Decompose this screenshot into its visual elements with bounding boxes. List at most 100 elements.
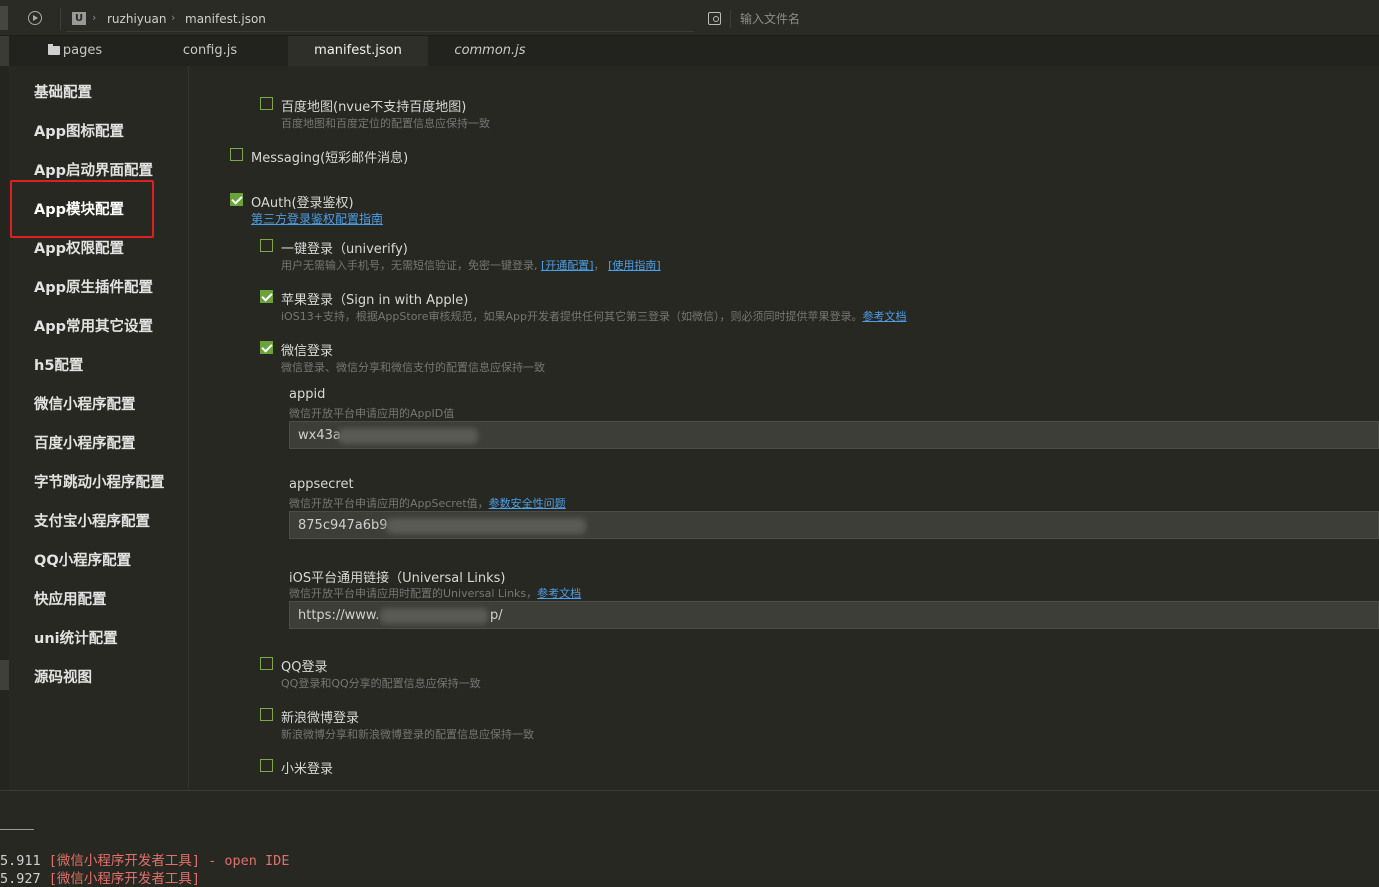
appid-label: appid xyxy=(289,387,326,402)
appsecret-value: 875c947a6b9 xyxy=(298,518,388,533)
oauth-guide-row: 第三方登录鉴权配置指南 xyxy=(251,210,383,227)
tabbar-edge xyxy=(0,36,9,66)
chevron-right-icon: › xyxy=(92,11,97,24)
sidebar-item-app-permissions[interactable]: App权限配置 xyxy=(34,237,124,258)
qq-login-desc: QQ登录和QQ分享的配置信息应保持一致 xyxy=(281,677,481,690)
console-log-line: 5.911 [微信小程序开发者工具] - open IDE xyxy=(0,849,289,869)
left-handle[interactable] xyxy=(0,6,8,30)
chevron-right-icon: › xyxy=(171,11,176,24)
gutter-handle[interactable] xyxy=(0,660,9,690)
console-log-line: 5.927 [微信小程序开发者工具] xyxy=(0,867,200,887)
sidebar-item-weixin-mp[interactable]: 微信小程序配置 xyxy=(34,393,136,414)
universal-links-desc: 微信开放平台申请应用时配置的Universal Links， xyxy=(289,587,538,600)
apple-login-checkbox[interactable] xyxy=(260,290,273,303)
oauth-label: OAuth(登录鉴权) xyxy=(251,196,354,211)
univerify-sep: ， xyxy=(593,259,605,272)
tab-config-js[interactable]: config.js xyxy=(160,36,260,66)
sidebar-item-toutiao-mp[interactable]: 字节跳动小程序配置 xyxy=(34,471,165,492)
weixin-login-label: 微信登录 xyxy=(281,344,334,359)
sidebar-item-quickapp[interactable]: 快应用配置 xyxy=(34,588,107,609)
appid-desc: 微信开放平台申请应用的AppID值 xyxy=(289,407,455,420)
breadcrumb-project[interactable]: ruzhiyuan xyxy=(107,12,166,26)
appsecret-label: appsecret xyxy=(289,477,354,492)
redaction-blur xyxy=(386,518,586,534)
editor-tabbar: pages config.js manifest.json common.js xyxy=(0,36,1379,66)
sina-weibo-desc: 新浪微博分享和新浪微博登录的配置信息应保持一致 xyxy=(281,728,534,741)
qq-login-checkbox[interactable] xyxy=(260,657,273,670)
apple-login-docs-link[interactable]: 参考文档 xyxy=(862,310,906,323)
breadcrumb-underline xyxy=(66,31,694,32)
tab-pages[interactable]: pages xyxy=(40,36,110,66)
universal-links-label: iOS平台通用链接（Universal Links) xyxy=(289,571,506,586)
sidebar-item-h5[interactable]: h5配置 xyxy=(34,354,83,375)
top-toolbar: U › ruzhiyuan › manifest.json xyxy=(0,0,1379,36)
universal-links-input[interactable]: https://www. p/ xyxy=(289,601,1379,629)
universal-links-docs-link[interactable]: 参考文档 xyxy=(537,587,581,600)
log-message: [微信小程序开发者工具] xyxy=(48,871,201,887)
qq-login-label: QQ登录 xyxy=(281,660,328,675)
tab-common-js[interactable]: common.js xyxy=(440,36,540,66)
sidebar-item-app-splash[interactable]: App启动界面配置 xyxy=(34,159,153,180)
modules-config-panel: 百度地图(nvue不支持百度地图) 百度地图和百度定位的配置信息应保持一致 Me… xyxy=(190,66,1379,790)
oauth-checkbox[interactable] xyxy=(230,193,243,206)
sidebar-item-basic[interactable]: 基础配置 xyxy=(34,81,92,102)
sidebar-item-alipay-mp[interactable]: 支付宝小程序配置 xyxy=(34,510,150,531)
tab-label: common.js xyxy=(454,43,526,58)
sidebar-item-app-other[interactable]: App常用其它设置 xyxy=(34,315,153,336)
left-gutter xyxy=(0,66,9,790)
xiaomi-login-label: 小米登录 xyxy=(281,762,334,777)
divider xyxy=(60,8,61,30)
sidebar-item-qq-mp[interactable]: QQ小程序配置 xyxy=(34,549,131,570)
univerify-label: 一键登录（univerify) xyxy=(281,242,408,257)
sidebar-item-app-native-plugins[interactable]: App原生插件配置 xyxy=(34,276,153,297)
xiaomi-login-checkbox[interactable] xyxy=(260,759,273,772)
univerify-open-config-link[interactable]: [开通配置] xyxy=(541,259,594,272)
config-sidebar: 基础配置 App图标配置 App启动界面配置 App模块配置 App权限配置 A… xyxy=(9,66,189,790)
univerify-desc: 用户无需输入手机号，无需短信验证，免密一键登录, xyxy=(281,259,538,272)
appsecret-security-link[interactable]: 参数安全性问题 xyxy=(489,497,566,510)
tab-label: manifest.json xyxy=(314,43,402,58)
console-panel: 5.911 [微信小程序开发者工具] - open IDE 5.927 [微信小… xyxy=(0,790,1379,887)
file-search-input[interactable] xyxy=(740,8,1060,30)
uniapp-logo-icon: U xyxy=(72,12,86,25)
apple-login-label: 苹果登录（Sign in with Apple) xyxy=(281,293,469,308)
folder-icon xyxy=(47,44,60,55)
sina-weibo-label: 新浪微博登录 xyxy=(281,711,360,726)
appsecret-desc-row: 微信开放平台申请应用的AppSecret值，参数安全性问题 xyxy=(289,495,566,511)
console-tab-underline xyxy=(0,829,34,830)
sidebar-item-baidu-mp[interactable]: 百度小程序配置 xyxy=(34,432,136,453)
breadcrumb-file[interactable]: manifest.json xyxy=(185,12,266,26)
redaction-blur xyxy=(380,608,488,624)
file-search-icon[interactable] xyxy=(708,12,721,25)
oauth-guide-link[interactable]: 第三方登录鉴权配置指南 xyxy=(251,212,383,226)
baidu-map-desc: 百度地图和百度定位的配置信息应保持一致 xyxy=(281,117,490,130)
baidu-map-label: 百度地图(nvue不支持百度地图) xyxy=(281,100,467,115)
appid-input[interactable]: wx43a xyxy=(289,421,1379,449)
appsecret-input[interactable]: 875c947a6b9 xyxy=(289,511,1379,539)
univerify-desc-row: 用户无需输入手机号，无需短信验证，免密一键登录, [开通配置]， [使用指南] xyxy=(281,257,661,273)
universal-links-value-prefix: https://www. xyxy=(298,608,380,623)
apple-login-desc-row: iOS13+支持，根据AppStore审核规范，如果App开发者提供任何其它第三… xyxy=(281,308,906,324)
tab-manifest-json[interactable]: manifest.json xyxy=(288,36,428,66)
messaging-label: Messaging(短彩邮件消息) xyxy=(251,151,409,166)
sidebar-item-app-icon[interactable]: App图标配置 xyxy=(34,120,124,141)
apple-login-desc: iOS13+支持，根据AppStore审核规范，如果App开发者提供任何其它第三… xyxy=(281,310,863,323)
universal-links-value-suffix: p/ xyxy=(490,608,503,623)
messaging-checkbox[interactable] xyxy=(230,148,243,161)
log-timestamp: 5.927 xyxy=(0,871,41,887)
sina-weibo-checkbox[interactable] xyxy=(260,708,273,721)
univerify-checkbox[interactable] xyxy=(260,239,273,252)
appsecret-desc: 微信开放平台申请应用的AppSecret值， xyxy=(289,497,489,510)
appid-value: wx43a xyxy=(298,428,341,443)
sidebar-item-uni-stat[interactable]: uni统计配置 xyxy=(34,627,118,648)
tab-label: config.js xyxy=(182,43,238,58)
universal-links-desc-row: 微信开放平台申请应用时配置的Universal Links，参考文档 xyxy=(289,585,581,601)
redaction-blur xyxy=(338,428,478,444)
univerify-guide-link[interactable]: [使用指南] xyxy=(608,259,661,272)
run-icon[interactable] xyxy=(28,11,42,25)
sidebar-item-source-view[interactable]: 源码视图 xyxy=(34,666,92,687)
weixin-login-desc: 微信登录、微信分享和微信支付的配置信息应保持一致 xyxy=(281,361,545,374)
weixin-login-checkbox[interactable] xyxy=(260,341,273,354)
tab-label: pages xyxy=(62,43,103,58)
baidu-map-checkbox[interactable] xyxy=(260,97,273,110)
